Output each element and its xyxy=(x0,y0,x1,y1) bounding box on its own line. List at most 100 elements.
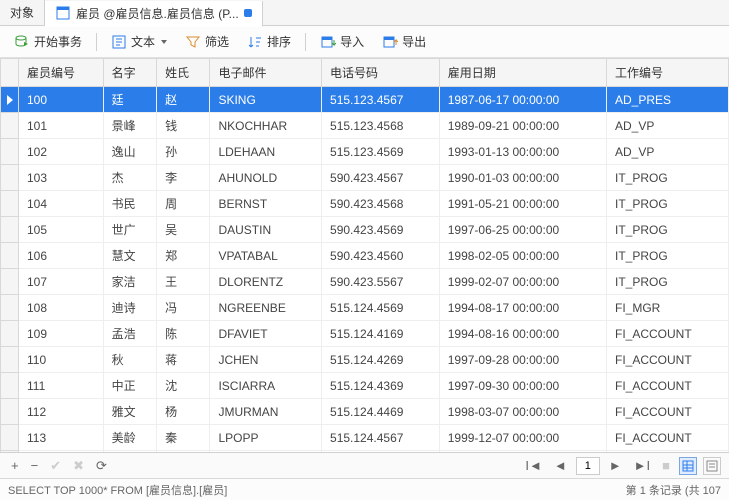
cell[interactable]: 108 xyxy=(19,295,104,321)
cell[interactable]: LDEHAAN xyxy=(210,139,322,165)
cell[interactable]: 1999-02-07 00:00:00 xyxy=(439,269,606,295)
cell[interactable]: ISCIARRA xyxy=(210,373,322,399)
row-gutter[interactable] xyxy=(1,269,19,295)
cell[interactable]: 1994-08-16 00:00:00 xyxy=(439,321,606,347)
cell[interactable]: IT_PROG xyxy=(606,217,728,243)
begin-transaction-button[interactable]: 开始事务 xyxy=(8,30,88,53)
table-row[interactable]: 101景峰钱NKOCHHAR515.123.45681989-09-21 00:… xyxy=(1,113,729,139)
cell[interactable]: 590.423.4560 xyxy=(322,243,440,269)
cell[interactable]: 1998-02-05 00:00:00 xyxy=(439,243,606,269)
cell[interactable]: 1987-06-17 00:00:00 xyxy=(439,87,606,113)
row-gutter[interactable] xyxy=(1,321,19,347)
cell[interactable]: 104 xyxy=(19,191,104,217)
cell[interactable]: 1999-12-07 00:00:00 xyxy=(439,425,606,451)
cell[interactable]: 102 xyxy=(19,139,104,165)
row-gutter[interactable] xyxy=(1,139,19,165)
refresh-button[interactable]: ⟳ xyxy=(93,458,110,474)
prev-page-button[interactable]: ◄ xyxy=(551,458,570,473)
cell[interactable]: 沈 xyxy=(157,373,210,399)
cell[interactable]: NGREENBE xyxy=(210,295,322,321)
next-page-button[interactable]: ► xyxy=(606,458,625,473)
table-row[interactable]: 102逸山孙LDEHAAN515.123.45691993-01-13 00:0… xyxy=(1,139,729,165)
stop-button[interactable]: ■ xyxy=(659,458,673,473)
cell[interactable]: VPATABAL xyxy=(210,243,322,269)
cell[interactable]: 赵 xyxy=(157,87,210,113)
text-button[interactable]: 文本 xyxy=(105,30,173,53)
cell[interactable]: 1997-06-25 00:00:00 xyxy=(439,217,606,243)
cell[interactable]: AHUNOLD xyxy=(210,165,322,191)
cell[interactable]: 美龄 xyxy=(103,425,156,451)
cell[interactable]: 李 xyxy=(157,165,210,191)
column-header[interactable]: 雇员编号 xyxy=(19,59,104,87)
cell[interactable]: 廷 xyxy=(103,87,156,113)
tab-employee[interactable]: 雇员 @雇员信息.雇员信息 (P... xyxy=(45,1,263,27)
row-gutter[interactable] xyxy=(1,217,19,243)
column-header[interactable]: 雇用日期 xyxy=(439,59,606,87)
delete-row-button[interactable]: − xyxy=(28,458,42,473)
cell[interactable]: 590.423.4569 xyxy=(322,217,440,243)
cell[interactable]: 1990-01-03 00:00:00 xyxy=(439,165,606,191)
table-row[interactable]: 114勤许DRAPHEAL515.127.45611994-12-07 00:0… xyxy=(1,451,729,453)
cell[interactable]: 109 xyxy=(19,321,104,347)
cell[interactable]: 110 xyxy=(19,347,104,373)
cell[interactable]: 515.124.4569 xyxy=(322,295,440,321)
first-page-button[interactable]: I◄ xyxy=(522,458,544,473)
cell[interactable]: 王 xyxy=(157,269,210,295)
cell[interactable]: 周 xyxy=(157,191,210,217)
cell[interactable]: NKOCHHAR xyxy=(210,113,322,139)
cell[interactable]: 迪诗 xyxy=(103,295,156,321)
page-input[interactable] xyxy=(576,457,600,475)
cell[interactable]: 1997-09-28 00:00:00 xyxy=(439,347,606,373)
cell[interactable]: 515.124.4469 xyxy=(322,399,440,425)
cell[interactable]: JMURMAN xyxy=(210,399,322,425)
grid-view-button[interactable] xyxy=(679,457,697,475)
cell[interactable]: 106 xyxy=(19,243,104,269)
cell[interactable]: 1998-03-07 00:00:00 xyxy=(439,399,606,425)
table-row[interactable]: 110秋蒋JCHEN515.124.42691997-09-28 00:00:0… xyxy=(1,347,729,373)
table-row[interactable]: 105世广吴DAUSTIN590.423.45691997-06-25 00:0… xyxy=(1,217,729,243)
row-gutter[interactable] xyxy=(1,243,19,269)
cell[interactable]: IT_PROG xyxy=(606,191,728,217)
cell[interactable]: 515.123.4569 xyxy=(322,139,440,165)
row-gutter[interactable] xyxy=(1,425,19,451)
row-gutter[interactable] xyxy=(1,373,19,399)
cell[interactable]: 101 xyxy=(19,113,104,139)
cell[interactable]: FI_ACCOUNT xyxy=(606,373,728,399)
cell[interactable]: IT_PROG xyxy=(606,269,728,295)
column-header[interactable]: 名字 xyxy=(103,59,156,87)
cell[interactable]: DLORENTZ xyxy=(210,269,322,295)
cell[interactable]: IT_PROG xyxy=(606,243,728,269)
cell[interactable]: IT_PROG xyxy=(606,165,728,191)
cell[interactable]: 孙 xyxy=(157,139,210,165)
cell[interactable]: FI_ACCOUNT xyxy=(606,321,728,347)
cell[interactable]: 107 xyxy=(19,269,104,295)
cell[interactable]: LPOPP xyxy=(210,425,322,451)
row-gutter[interactable] xyxy=(1,451,19,453)
cell[interactable]: 许 xyxy=(157,451,210,453)
cell[interactable]: 515.124.4567 xyxy=(322,425,440,451)
row-gutter[interactable] xyxy=(1,165,19,191)
last-page-button[interactable]: ►I xyxy=(631,458,653,473)
cell[interactable]: DFAVIET xyxy=(210,321,322,347)
row-gutter[interactable] xyxy=(1,399,19,425)
cell[interactable]: 515.127.4561 xyxy=(322,451,440,453)
cell[interactable]: 逸山 xyxy=(103,139,156,165)
cell[interactable]: 慧文 xyxy=(103,243,156,269)
cell[interactable]: PU_MAN xyxy=(606,451,728,453)
cell[interactable]: 590.423.4568 xyxy=(322,191,440,217)
sort-button[interactable]: 排序 xyxy=(241,30,297,53)
row-gutter[interactable] xyxy=(1,347,19,373)
table-row[interactable]: 113美龄秦LPOPP515.124.45671999-12-07 00:00:… xyxy=(1,425,729,451)
cell[interactable]: 515.124.4169 xyxy=(322,321,440,347)
row-gutter[interactable] xyxy=(1,87,19,113)
commit-button[interactable]: ✔ xyxy=(47,458,64,474)
cell[interactable]: 勤 xyxy=(103,451,156,453)
cell[interactable]: 515.123.4568 xyxy=(322,113,440,139)
cell[interactable]: 秦 xyxy=(157,425,210,451)
cell[interactable]: 515.124.4269 xyxy=(322,347,440,373)
cell[interactable]: 雅文 xyxy=(103,399,156,425)
table-row[interactable]: 108迪诗冯NGREENBE515.124.45691994-08-17 00:… xyxy=(1,295,729,321)
cell[interactable]: 100 xyxy=(19,87,104,113)
add-row-button[interactable]: + xyxy=(8,458,22,473)
cell[interactable]: 1989-09-21 00:00:00 xyxy=(439,113,606,139)
